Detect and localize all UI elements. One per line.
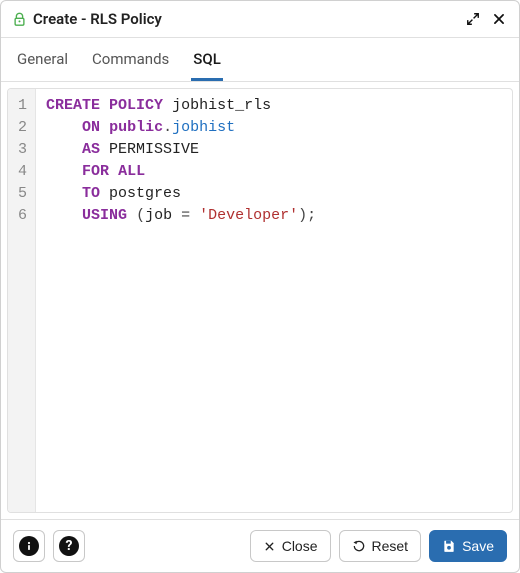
expand-icon[interactable] xyxy=(463,9,483,29)
help-button[interactable]: ? xyxy=(53,530,85,562)
code-line: FOR ALL xyxy=(46,161,502,183)
save-button[interactable]: Save xyxy=(429,530,507,562)
dialog: Create - RLS Policy General Commands SQL… xyxy=(0,0,520,573)
x-icon xyxy=(263,540,276,553)
save-button-label: Save xyxy=(462,538,494,554)
reset-button-label: Reset xyxy=(372,538,409,554)
code-line: USING (job = 'Developer'); xyxy=(46,205,502,227)
code-line: AS PERMISSIVE xyxy=(46,139,502,161)
help-icon: ? xyxy=(59,536,79,556)
reset-icon xyxy=(352,539,366,553)
titlebar: Create - RLS Policy xyxy=(1,1,519,38)
line-number: 2 xyxy=(18,117,27,139)
save-icon xyxy=(442,539,456,553)
footer: ? Close Reset Save xyxy=(1,519,519,572)
line-number: 4 xyxy=(18,161,27,183)
close-button[interactable]: Close xyxy=(250,530,331,562)
info-icon xyxy=(19,536,39,556)
code-line: ON public.jobhist xyxy=(46,117,502,139)
close-button-label: Close xyxy=(282,538,318,554)
tab-general[interactable]: General xyxy=(15,38,70,81)
info-button[interactable] xyxy=(13,530,45,562)
close-icon[interactable] xyxy=(489,9,509,29)
tab-commands[interactable]: Commands xyxy=(90,38,171,81)
lock-icon xyxy=(11,11,27,27)
line-number: 3 xyxy=(18,139,27,161)
reset-button[interactable]: Reset xyxy=(339,530,422,562)
dialog-title: Create - RLS Policy xyxy=(33,10,457,28)
code-area[interactable]: CREATE POLICY jobhist_rls ON public.jobh… xyxy=(36,89,512,512)
code-line: TO postgres xyxy=(46,183,502,205)
line-gutter: 123456 xyxy=(8,89,36,512)
code-line: CREATE POLICY jobhist_rls xyxy=(46,95,502,117)
line-number: 6 xyxy=(18,205,27,227)
line-number: 1 xyxy=(18,95,27,117)
tab-sql[interactable]: SQL xyxy=(191,38,223,81)
tabs: General Commands SQL xyxy=(1,38,519,82)
sql-editor[interactable]: 123456 CREATE POLICY jobhist_rls ON publ… xyxy=(7,88,513,513)
line-number: 5 xyxy=(18,183,27,205)
